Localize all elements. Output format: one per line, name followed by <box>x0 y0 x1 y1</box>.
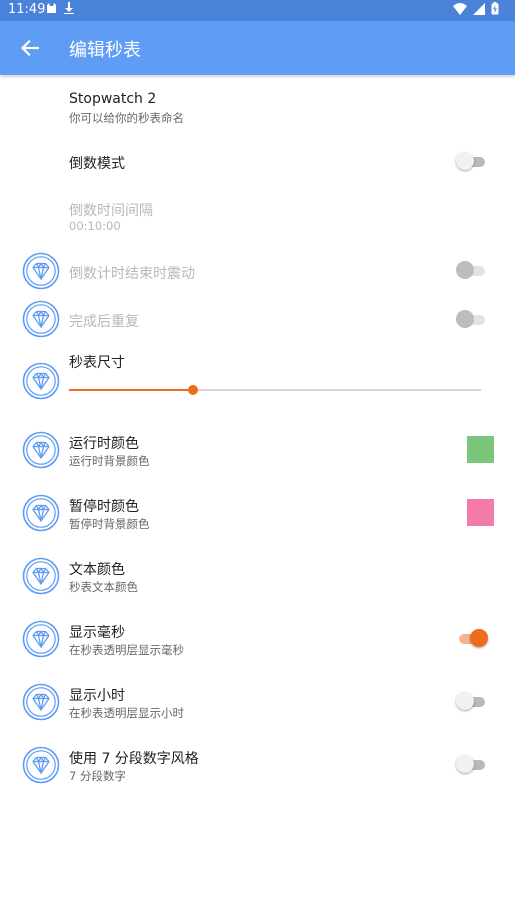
diamond-icon <box>22 620 60 658</box>
slider-fill <box>69 389 193 391</box>
setting-subtitle: 7 分段数字 <box>69 769 126 783</box>
setting-seven-segment-style[interactable]: 使用 7 分段数字风格 7 分段数字 <box>0 741 515 789</box>
diamond-icon <box>22 557 60 595</box>
setting-subtitle: 秒表文本颜色 <box>69 580 138 594</box>
cat-notification-icon <box>46 2 57 17</box>
setting-title: 完成后重复 <box>69 314 139 330</box>
setting-subtitle: 暂停时背景颜色 <box>69 517 150 531</box>
diamond-icon <box>22 362 60 400</box>
paused-color-swatch[interactable] <box>467 499 494 526</box>
setting-title: 文本颜色 <box>69 562 125 578</box>
setting-countdown-mode[interactable]: 倒数模式 <box>0 140 515 184</box>
download-icon <box>64 2 74 17</box>
setting-text-color[interactable]: 文本颜色 秒表文本颜色 <box>0 552 515 600</box>
setting-show-hours[interactable]: 显示小时 在秒表透明层显示小时 <box>0 678 515 726</box>
diamond-icon <box>22 746 60 784</box>
setting-value: 00:10:00 <box>69 219 121 233</box>
show-hours-toggle[interactable] <box>456 692 486 712</box>
stopwatch-size-slider[interactable] <box>69 385 481 395</box>
setting-title: 倒数模式 <box>69 156 125 172</box>
signal-icon <box>473 2 485 19</box>
status-time: 11:49 <box>8 2 46 17</box>
status-bar: 11:49 <box>0 0 515 21</box>
page-title: 编辑秒表 <box>69 40 141 61</box>
diamond-icon <box>22 252 60 290</box>
battery-icon <box>491 2 499 19</box>
diamond-icon <box>22 431 60 469</box>
setting-title: Stopwatch 2 <box>69 91 157 107</box>
slider-thumb[interactable] <box>188 385 198 395</box>
setting-paused-color[interactable]: 暂停时颜色 暂停时背景颜色 <box>0 489 515 537</box>
wifi-icon <box>453 2 467 19</box>
setting-title: 倒数时间间隔 <box>69 203 153 219</box>
setting-stopwatch-name[interactable]: Stopwatch 2 你可以给你的秒表命名 <box>0 82 515 138</box>
app-bar: 编辑秒表 <box>0 21 515 75</box>
setting-subtitle: 在秒表透明层显示小时 <box>69 706 184 720</box>
setting-stopwatch-size: 秒表尺寸 <box>0 345 515 409</box>
diamond-icon <box>22 683 60 721</box>
setting-subtitle: 在秒表透明层显示毫秒 <box>69 643 184 657</box>
setting-repeat-after-finish: 完成后重复 <box>0 297 515 343</box>
setting-title: 使用 7 分段数字风格 <box>69 751 199 767</box>
setting-countdown-interval: 倒数时间间隔 00:10:00 <box>0 190 515 240</box>
vibrate-on-end-toggle <box>456 261 486 281</box>
setting-title: 倒数计时结束时震动 <box>69 266 195 282</box>
setting-title: 显示毫秒 <box>69 625 125 641</box>
setting-subtitle: 你可以给你的秒表命名 <box>69 111 184 125</box>
show-milliseconds-toggle[interactable] <box>456 629 488 649</box>
countdown-mode-toggle[interactable] <box>456 152 486 172</box>
setting-vibrate-on-end: 倒数计时结束时震动 <box>0 249 515 295</box>
setting-title: 运行时颜色 <box>69 436 139 452</box>
diamond-icon <box>22 494 60 532</box>
setting-show-milliseconds[interactable]: 显示毫秒 在秒表透明层显示毫秒 <box>0 615 515 663</box>
setting-subtitle: 运行时背景颜色 <box>69 454 150 468</box>
setting-title: 暂停时颜色 <box>69 499 139 515</box>
diamond-icon <box>22 300 60 338</box>
setting-running-color[interactable]: 运行时颜色 运行时背景颜色 <box>0 426 515 474</box>
back-arrow-icon[interactable] <box>16 34 44 62</box>
repeat-after-toggle <box>456 310 486 330</box>
running-color-swatch[interactable] <box>467 436 494 463</box>
setting-title: 显示小时 <box>69 688 125 704</box>
seven-segment-toggle[interactable] <box>456 755 486 775</box>
setting-title: 秒表尺寸 <box>69 355 125 371</box>
